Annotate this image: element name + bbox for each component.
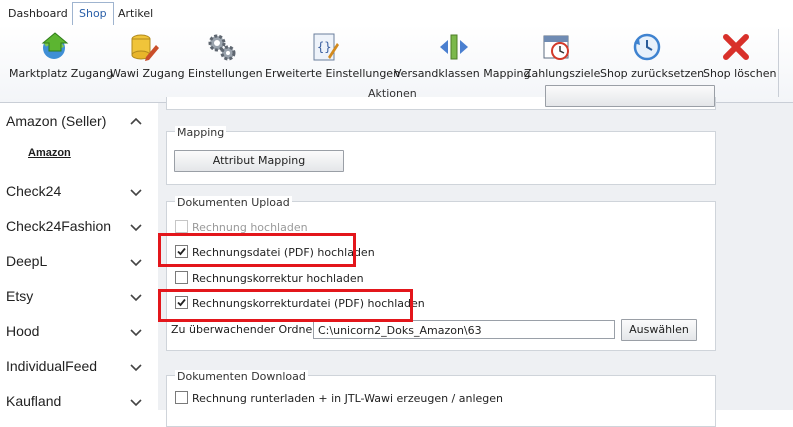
database-pencil-icon [131, 34, 159, 61]
einstellungen-button[interactable]: Einstellungen [188, 31, 263, 80]
chevron-down-icon [130, 294, 142, 302]
chevron-up-icon [130, 117, 142, 125]
shop-zuruecksetzen-button[interactable]: Shop zurücksetzen [600, 31, 704, 80]
svg-text:{}: {} [317, 40, 331, 54]
sidebar-item-check24[interactable]: Check24 [6, 183, 151, 207]
wawi-zugang-button[interactable]: Wawi Zugang [110, 31, 185, 80]
tab-bar: Dashboard Shop Artikel [0, 0, 793, 26]
code-document-icon: {} [313, 33, 339, 61]
versandklassen-mapping-button[interactable]: Versandklassen Mapping [394, 31, 530, 80]
mapping-group-title: Mapping [175, 126, 227, 139]
tab-dashboard[interactable]: Dashboard [2, 3, 74, 24]
sidebar-item-individualfeed[interactable]: IndividualFeed [6, 358, 151, 382]
chevron-down-icon [130, 329, 142, 337]
checkbox-box [175, 220, 188, 233]
attribut-mapping-button[interactable]: Attribut Mapping [174, 150, 344, 172]
rechnungskorrektur-hochladen-checkbox[interactable]: Rechnungskorrektur hochladen [175, 271, 364, 287]
erweiterte-einstellungen-button[interactable]: {} Erweiterte Einstellungen [265, 31, 400, 80]
zahlungsziele-button[interactable]: Zahlungsziele [524, 31, 600, 80]
sidebar-subitem-amazon[interactable]: Amazon [28, 147, 71, 159]
checkbox-box [175, 271, 188, 284]
tab-artikel[interactable]: Artikel [112, 3, 159, 24]
checkbox-box [175, 391, 188, 404]
marktplatz-zugang-button[interactable]: Marktplatz Zugang [9, 31, 113, 80]
download-group-title: Dokumenten Download [175, 370, 308, 383]
delete-x-icon [723, 34, 749, 60]
chevron-down-icon [130, 189, 142, 197]
ribbon-separator [778, 29, 779, 97]
reset-clock-icon [633, 33, 661, 61]
rechnung-runterladen-checkbox[interactable]: Rechnung runterladen + in JTL-Wawi erzeu… [175, 391, 503, 407]
highlight-frame [158, 233, 356, 267]
globe-arrow-icon [41, 32, 69, 59]
sidebar-item-deepl[interactable]: DeepL [6, 253, 151, 277]
dokumenten-upload-group: Dokumenten Upload Rechnung hochladen Rec… [166, 196, 716, 351]
chevron-down-icon [130, 399, 142, 407]
auswaehlen-button[interactable]: Auswählen [621, 319, 697, 341]
previous-group [166, 85, 716, 110]
sidebar-item-check24fashion[interactable]: Check24Fashion [6, 218, 151, 242]
dokumenten-download-group: Dokumenten Download Rechnung runterladen… [166, 370, 716, 427]
highlight-frame [158, 289, 413, 322]
sidebar-item-amazon-seller[interactable]: Amazon (Seller) [6, 113, 151, 137]
sidebar-item-etsy[interactable]: Etsy [6, 288, 151, 312]
tab-shop[interactable]: Shop [72, 2, 114, 26]
chevron-down-icon [130, 364, 142, 372]
chevron-down-icon [130, 224, 142, 232]
upload-group-title: Dokumenten Upload [175, 196, 292, 209]
calendar-clock-icon [543, 35, 569, 60]
mapping-arrows-icon [440, 34, 468, 60]
gears-icon [208, 34, 236, 61]
shop-loeschen-button[interactable]: Shop löschen [703, 31, 776, 80]
sidebar-item-hood[interactable]: Hood [6, 323, 151, 347]
ordner-label: Zu überwachender Ordner: [171, 323, 321, 336]
ordner-input[interactable]: C:\unicorn2_Doks_Amazon\63 [313, 320, 615, 339]
hidden-button-edge[interactable] [545, 85, 715, 107]
chevron-down-icon [130, 259, 142, 267]
sidebar-item-kaufland[interactable]: Kaufland [6, 393, 151, 417]
mapping-group: Mapping Attribut Mapping [166, 126, 716, 185]
sidebar: Amazon (Seller) Amazon Check24 Check24Fa… [0, 103, 158, 410]
